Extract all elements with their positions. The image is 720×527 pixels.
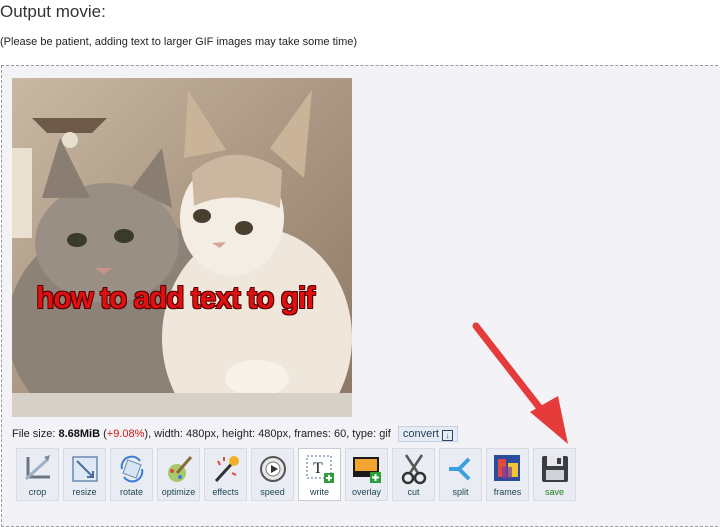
crop-icon [24,455,50,481]
overlay-icon [353,457,381,483]
optimize-button[interactable]: optimize [157,448,200,501]
download-arrow-icon: ↓ [441,430,453,441]
overlay-button[interactable]: overlay [345,448,388,501]
file-info: File size: 8.68MiB (+9.08%), width: 480p… [12,426,458,442]
percent-open: ( [100,427,107,440]
frames-icon [494,455,520,481]
size-change-percent: +9.08% [106,427,145,440]
resize-button[interactable]: resize [63,448,106,501]
patience-note: (Please be patient, adding text to large… [0,36,358,48]
speed-button[interactable]: speed [251,448,294,501]
convert-label: convert [402,428,439,440]
optimize-icon [168,456,193,482]
split-icon [449,457,471,481]
cut-label: cut [407,487,420,497]
page-title: Output movie: [0,2,106,21]
save-label: save [544,487,564,497]
frames-button[interactable]: frames [486,448,529,501]
split-button[interactable]: split [439,448,482,501]
file-size-value: 8.68MiB [58,427,101,440]
effects-icon [214,456,239,483]
cut-button[interactable]: cut [392,448,435,501]
speed-icon [260,456,286,482]
crop-label: crop [28,487,47,497]
split-label: split [452,487,469,497]
gif-caption-text: how to add text to gif [36,280,315,315]
write-icon: T [306,455,334,483]
cut-icon [401,454,427,485]
resize-label: resize [72,487,97,497]
speed-label: speed [260,487,285,497]
convert-button[interactable]: convert ↓ [397,426,458,442]
effects-button[interactable]: effects [204,448,247,501]
frames-label: frames [493,487,522,497]
resize-icon [72,456,98,482]
svg-text:T: T [313,460,323,477]
write-button[interactable]: T write [298,448,341,501]
file-size-label: File size: [12,427,59,440]
save-icon [542,456,568,482]
rotate-label: rotate [119,487,143,497]
rotate-button[interactable]: rotate [110,448,153,501]
write-label: write [309,487,329,497]
optimize-label: optimize [161,487,196,497]
effects-label: effects [212,487,239,497]
file-dimensions: ), width: 480px, height: 480px, frames: … [144,427,391,440]
rotate-icon [120,455,144,483]
save-button[interactable]: save [533,448,576,501]
edit-toolbar: crop resize rotate optimize effects spee… [16,448,576,501]
cats-illustration [12,78,352,417]
output-gif-image: how to add text to gif [12,78,352,417]
overlay-label: overlay [351,487,381,497]
annotation-arrow-icon [472,322,568,444]
crop-button[interactable]: crop [16,448,59,501]
